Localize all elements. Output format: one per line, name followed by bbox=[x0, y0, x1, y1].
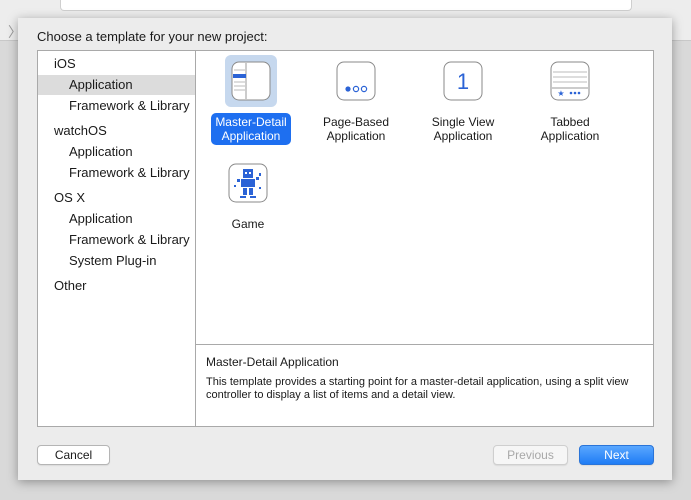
sidebar-item-ios-framework-library[interactable]: Framework & Library bbox=[38, 96, 195, 116]
new-project-sheet: Choose a template for your new project: … bbox=[18, 18, 672, 480]
template-master-detail[interactable]: Master-Detail Application bbox=[209, 55, 293, 145]
template-chooser-panel: iOS Application Framework & Library watc… bbox=[37, 50, 654, 427]
master-detail-icon bbox=[231, 61, 271, 101]
template-label: Tabbed Application bbox=[537, 113, 604, 145]
template-label: Page-Based Application bbox=[319, 113, 393, 145]
template-label-line1: Master-Detail bbox=[215, 115, 287, 129]
template-icon-highlight bbox=[225, 55, 277, 107]
template-icon-wrap bbox=[222, 157, 274, 209]
description-title: Master-Detail Application bbox=[206, 355, 339, 369]
template-label-line1: Single View bbox=[431, 115, 495, 129]
template-label-line1: Page-Based bbox=[322, 115, 390, 129]
template-icon-wrap: 1 bbox=[437, 55, 489, 107]
template-grid: Master-Detail Application Page-Based App… bbox=[196, 51, 653, 345]
template-label-line2: Application bbox=[221, 129, 281, 143]
template-icon-wrap bbox=[330, 55, 382, 107]
template-label-line2: Application bbox=[540, 129, 600, 143]
sidebar-group-watchos[interactable]: watchOS bbox=[54, 123, 107, 138]
template-icon-wrap: ★ bbox=[544, 55, 596, 107]
sidebar-item-watchos-application[interactable]: Application bbox=[38, 142, 195, 162]
template-label-line1: Game bbox=[231, 217, 265, 231]
svg-text:★: ★ bbox=[557, 89, 564, 98]
game-icon bbox=[228, 163, 268, 203]
template-page-based[interactable]: Page-Based Application bbox=[314, 55, 398, 145]
sidebar-item-osx-system-plugin[interactable]: System Plug-in bbox=[38, 251, 195, 271]
template-label-line1: Tabbed bbox=[550, 115, 590, 129]
template-single-view[interactable]: 1 Single View Application bbox=[421, 55, 505, 145]
description-body: This template provides a starting point … bbox=[206, 376, 629, 401]
template-label-line2: Application bbox=[433, 129, 493, 143]
platform-sidebar: iOS Application Framework & Library watc… bbox=[38, 51, 196, 426]
template-tabbed[interactable]: ★ Tabbed Application bbox=[528, 55, 612, 145]
page-based-icon bbox=[336, 61, 376, 101]
template-label: Master-Detail Application bbox=[211, 113, 291, 145]
template-description: Master-Detail Application This template … bbox=[196, 345, 653, 426]
cancel-button[interactable]: Cancel bbox=[37, 445, 110, 465]
tabbed-icon: ★ bbox=[550, 61, 590, 101]
single-view-icon: 1 bbox=[443, 61, 483, 101]
next-button[interactable]: Next bbox=[579, 445, 654, 465]
single-view-number: 1 bbox=[457, 69, 469, 94]
template-game[interactable]: Game bbox=[206, 157, 290, 233]
template-content: Master-Detail Application Page-Based App… bbox=[196, 51, 653, 426]
sidebar-item-watchos-framework-library[interactable]: Framework & Library bbox=[38, 163, 195, 183]
template-label: Game bbox=[228, 215, 269, 233]
background-toolbar-field bbox=[60, 0, 632, 11]
sidebar-item-ios-application[interactable]: Application bbox=[38, 75, 195, 95]
template-label: Single View Application bbox=[428, 113, 498, 145]
sidebar-item-osx-framework-library[interactable]: Framework & Library bbox=[38, 230, 195, 250]
sidebar-group-other[interactable]: Other bbox=[54, 278, 87, 293]
sidebar-group-osx[interactable]: OS X bbox=[54, 190, 85, 205]
sidebar-item-osx-application[interactable]: Application bbox=[38, 209, 195, 229]
previous-button[interactable]: Previous bbox=[493, 445, 568, 465]
template-label-line2: Application bbox=[326, 129, 386, 143]
sheet-title: Choose a template for your new project: bbox=[37, 29, 268, 44]
sidebar-group-ios[interactable]: iOS bbox=[54, 56, 76, 71]
